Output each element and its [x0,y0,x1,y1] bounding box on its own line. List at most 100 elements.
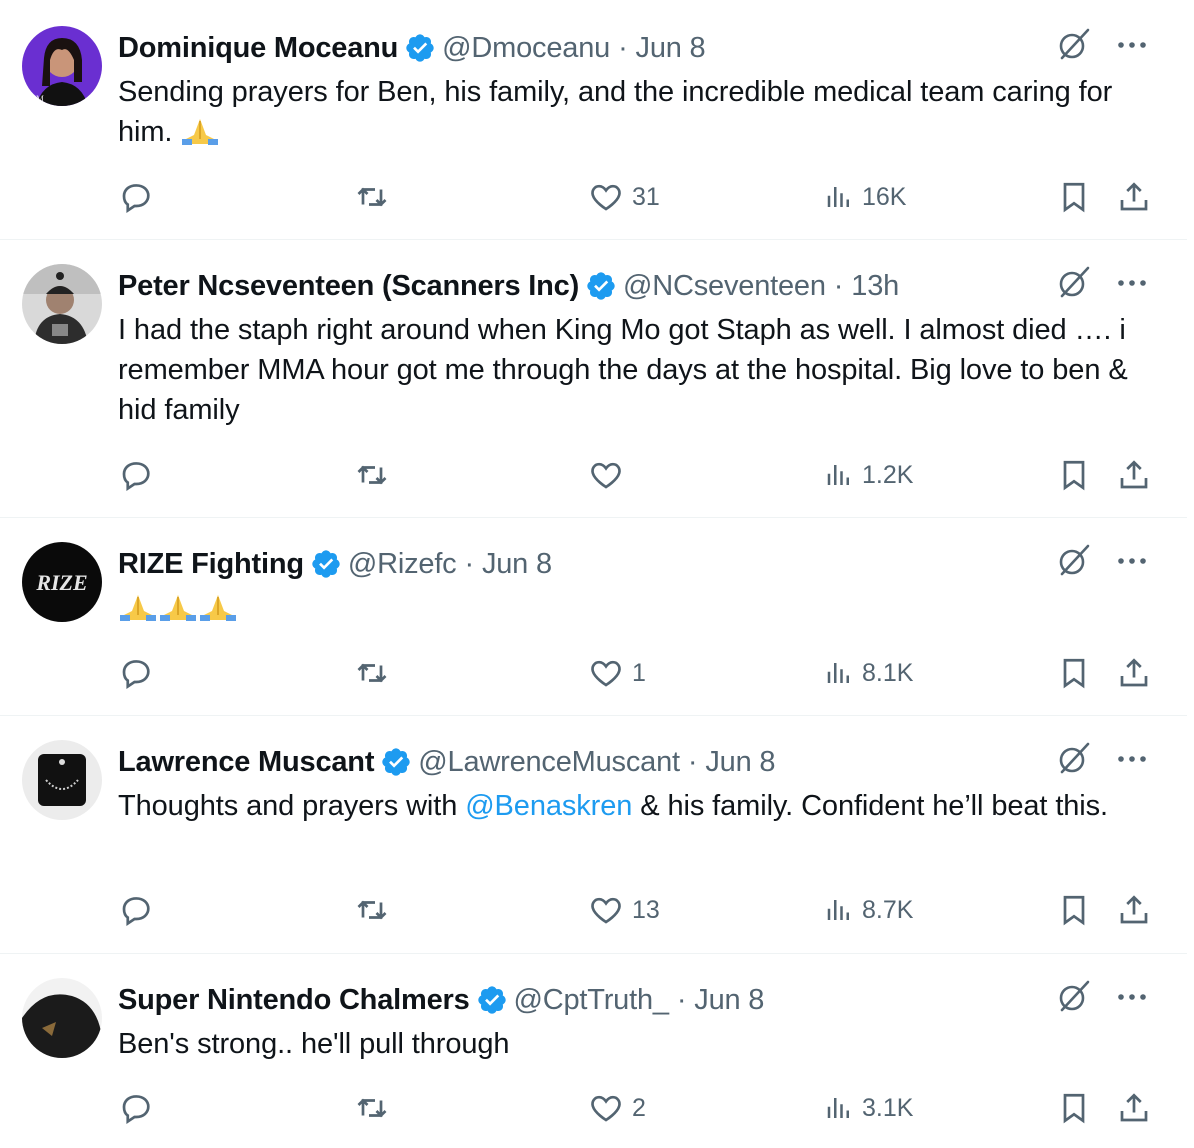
grok-icon[interactable] [1057,979,1091,1018]
repost-button[interactable] [354,1088,390,1128]
bookmark-button[interactable] [1056,455,1092,495]
folded-hands-emoji [198,592,238,632]
tweet-header: Lawrence Muscant @LawrenceMuscant · Jun … [118,744,1047,780]
grok-icon[interactable] [1057,741,1091,780]
avatar[interactable] [22,978,102,1058]
more-icon[interactable] [1117,989,1147,1007]
tweet-header: RIZE Fighting @Rizefc · Jun 8 [118,546,1047,582]
view-count: 8.1K [862,658,914,687]
tweet-text [118,588,1158,628]
verified-badge-icon [404,32,436,64]
tweet-controls [1057,742,1147,778]
grok-icon[interactable] [1057,265,1091,304]
bookmark-button[interactable] [1056,653,1092,693]
author-handle[interactable]: @CptTruth_ [514,984,670,1017]
author-name[interactable]: Lawrence Muscant [118,746,374,779]
views-button[interactable]: 1.2K [824,455,913,495]
reply-button[interactable] [118,177,154,217]
verified-badge-icon [585,270,617,302]
bookmark-icon [1063,182,1085,213]
share-button[interactable] [1116,177,1152,217]
author-name[interactable]: Dominique Moceanu [118,32,398,65]
timestamp[interactable]: Jun 8 [694,984,764,1017]
more-icon[interactable] [1117,553,1147,571]
author-handle[interactable]: @Rizefc [348,548,457,581]
share-button[interactable] [1116,455,1152,495]
timestamp[interactable]: Jun 8 [705,746,775,779]
more-icon[interactable] [1117,37,1147,55]
views-icon [827,663,849,683]
more-icon[interactable] [1117,751,1147,769]
share-button[interactable] [1116,890,1152,930]
verified-badge-icon [310,548,342,580]
bookmark-button[interactable] [1056,1088,1092,1128]
separator-dot: · [676,983,687,1016]
mention-link[interactable]: @Benaskren [465,790,632,822]
author-handle[interactable]: @NCseventeen [623,270,826,303]
share-button[interactable] [1116,653,1152,693]
grok-icon[interactable] [1057,543,1091,582]
repost-button[interactable] [354,455,390,495]
share-button[interactable] [1116,1088,1152,1128]
reply-button[interactable] [118,890,154,930]
like-button[interactable]: 31 [588,177,660,217]
bookmark-button[interactable] [1056,177,1092,217]
repost-button[interactable] [354,653,390,693]
views-icon [827,900,849,920]
tweet[interactable]: Peter Ncseventeen (Scanners Inc) @NCseve… [0,240,1187,518]
views-button[interactable]: 3.1K [824,1088,913,1128]
author-handle[interactable]: @LawrenceMuscant [418,746,680,779]
like-count: 31 [632,182,660,211]
avatar[interactable] [22,740,102,820]
tweet-controls [1057,266,1147,302]
reply-icon [122,1095,150,1125]
repost-icon [357,187,387,207]
reply-icon [122,897,150,927]
views-button[interactable]: 8.7K [824,890,913,930]
view-count: 16K [862,182,907,211]
tweet[interactable]: Lawrence Muscant @LawrenceMuscant · Jun … [0,716,1187,954]
bookmark-icon [1063,460,1085,491]
like-count: 2 [632,1093,646,1122]
repost-button[interactable] [354,177,390,217]
tweet-actions: 1.2K [118,455,1158,495]
tweet[interactable]: M Dominique Moceanu @Dmoceanu · Jun 8 Se… [0,0,1187,240]
reply-button[interactable] [118,653,154,693]
repost-icon [357,465,387,485]
tweet-header: Dominique Moceanu @Dmoceanu · Jun 8 [118,30,1047,66]
timestamp[interactable]: Jun 8 [636,32,706,65]
share-icon [1120,895,1148,924]
reply-button[interactable] [118,1088,154,1128]
repost-icon [357,900,387,920]
author-name[interactable]: Super Nintendo Chalmers [118,984,470,1017]
views-icon [827,1098,849,1118]
more-icon[interactable] [1117,275,1147,293]
tweet-text: Ben's strong.. he'll pull through [118,1028,510,1060]
author-name[interactable]: RIZE Fighting [118,548,304,581]
tweet-actions: 1 8.1K [118,653,1158,693]
like-button[interactable]: 13 [588,890,660,930]
like-button[interactable]: 1 [588,653,646,693]
view-count: 1.2K [862,460,914,489]
bookmark-button[interactable] [1056,890,1092,930]
share-icon [1120,658,1148,687]
avatar[interactable]: RIZE [22,542,102,622]
avatar[interactable]: M [22,26,102,106]
like-button[interactable]: 2 [588,1088,646,1128]
reply-feed: M Dominique Moceanu @Dmoceanu · Jun 8 Se… [0,0,1194,1148]
repost-button[interactable] [354,890,390,930]
views-button[interactable]: 16K [824,177,906,217]
reply-button[interactable] [118,455,154,495]
tweet[interactable]: Super Nintendo Chalmers @CptTruth_ · Jun… [0,954,1187,1148]
grok-icon[interactable] [1057,27,1091,66]
timestamp[interactable]: 13h [851,270,899,303]
author-handle[interactable]: @Dmoceanu [442,32,610,65]
timestamp[interactable]: Jun 8 [482,548,552,581]
view-count: 3.1K [862,1093,914,1122]
views-button[interactable]: 8.1K [824,653,913,693]
tweet[interactable]: RIZE RIZE Fighting @Rizefc · Jun 8 1 8.1… [0,518,1187,716]
avatar[interactable] [22,264,102,344]
author-name[interactable]: Peter Ncseventeen (Scanners Inc) [118,270,579,303]
like-button[interactable] [588,455,632,495]
separator-dot: · [833,269,844,302]
